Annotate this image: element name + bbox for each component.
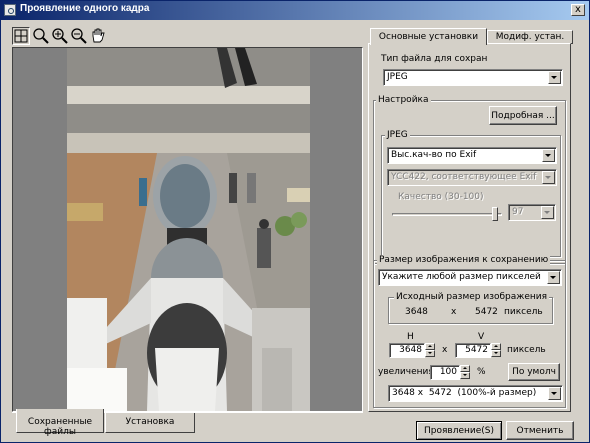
size-mode-value: Укажите любой размер пикселей (382, 272, 541, 282)
size-mode-select[interactable]: Укажите любой размер пикселей (378, 269, 562, 286)
hand-icon[interactable] (89, 27, 107, 45)
original-width: 3648 (405, 307, 428, 317)
zoom-label: увеличения (378, 367, 434, 377)
jpeg-group-title: JPEG (385, 130, 410, 140)
chevron-down-icon (542, 171, 555, 184)
quality-slider-thumb (491, 207, 498, 221)
percent-label: % (477, 367, 486, 377)
chevron-down-icon[interactable] (542, 149, 555, 162)
color-format-select: YCC422, соответствующее Exif (387, 169, 557, 186)
tab-basic-settings-label: Основные установки (378, 32, 479, 42)
fit-icon[interactable] (12, 27, 30, 45)
close-button[interactable]: x (571, 4, 585, 16)
camera-icon (4, 4, 16, 16)
quality-mode-value: Выс.кач-во по Exif (391, 150, 477, 160)
chevron-down-icon[interactable] (547, 271, 560, 284)
h-spinner[interactable] (425, 343, 435, 358)
size-preset-select[interactable]: 3648 x 5472 (100%-й размер) (388, 385, 563, 402)
window-title: Проявление одного кадра (20, 3, 150, 14)
quality-slider-track (392, 213, 502, 216)
h-label: H (407, 332, 414, 342)
output-size-group: Размер изображения к сохранению Укажите … (373, 255, 566, 408)
zoom-icon[interactable] (32, 27, 50, 45)
quality-value-select: 97 (508, 204, 556, 221)
zoom-out-icon[interactable] (70, 27, 88, 45)
detail-button[interactable]: Подробная ... (489, 106, 557, 125)
zoom-in-icon[interactable] (51, 27, 69, 45)
size-x: x (442, 345, 448, 355)
jpeg-group: JPEG Выс.кач-во по Exif YCC422, соответс… (381, 130, 561, 257)
quality-mode-select[interactable]: Выс.кач-во по Exif (387, 147, 557, 164)
chevron-down-icon (541, 206, 554, 219)
file-type-value: JPEG (387, 72, 408, 82)
cancel-button[interactable]: Отменить (506, 421, 574, 440)
default-button[interactable]: По умолч (508, 363, 560, 381)
v-input[interactable]: 5472 (455, 343, 491, 358)
chevron-down-icon[interactable] (548, 71, 561, 84)
original-height: 5472 (475, 307, 498, 317)
tab-modif-settings-label: Модиф. устан. (495, 32, 565, 42)
photo-preview (67, 48, 310, 411)
size-preset-value: 3648 x 5472 (100%-й размер) (392, 388, 537, 398)
quality-value: 97 (512, 207, 524, 217)
tab-basic-settings[interactable]: Основные установки (370, 28, 487, 45)
develop-button[interactable]: Проявление(S) (416, 421, 502, 440)
image-preview[interactable] (12, 47, 363, 412)
tab-saved-files-label: Сохраненные файлы (27, 417, 93, 437)
output-size-title: Размер изображения к сохранению (377, 255, 551, 265)
color-format-value: YCC422, соответствующее Exif (391, 172, 537, 182)
tab-install[interactable]: Установка (105, 413, 195, 433)
size-unit: пиксель (507, 345, 546, 355)
original-size-title: Исходный размер изображения (394, 292, 550, 302)
v-label: V (478, 332, 485, 342)
v-spinner[interactable] (491, 343, 501, 358)
file-type-label: Тип файла для сохран (381, 54, 488, 64)
zoom-spinner[interactable] (460, 365, 470, 380)
original-x: x (451, 307, 457, 317)
dialog-window: Проявление одного кадра x Основные устан… (0, 0, 590, 443)
quality-label: Качество (30-100) (398, 192, 484, 202)
settings-group: Настройка Подробная ... JPEG Выс.кач-во … (373, 95, 566, 264)
settings-panel: Тип файла для сохран JPEG Настройка Подр… (368, 43, 571, 412)
title-bar[interactable]: Проявление одного кадра x (1, 1, 589, 20)
original-size-group: Исходный размер изображения 3648 x 5472 … (388, 292, 553, 324)
settings-group-title: Настройка (376, 95, 431, 105)
h-input[interactable]: 3648 (389, 343, 425, 358)
tab-install-label: Установка (125, 417, 175, 427)
zoom-input[interactable]: 100 (430, 365, 460, 380)
chevron-down-icon[interactable] (548, 387, 561, 400)
file-type-select[interactable]: JPEG (383, 69, 563, 86)
tab-modif-settings[interactable]: Модиф. устан. (487, 30, 573, 44)
tab-saved-files[interactable]: Сохраненные файлы (16, 409, 104, 437)
original-unit: пиксель (504, 307, 543, 317)
